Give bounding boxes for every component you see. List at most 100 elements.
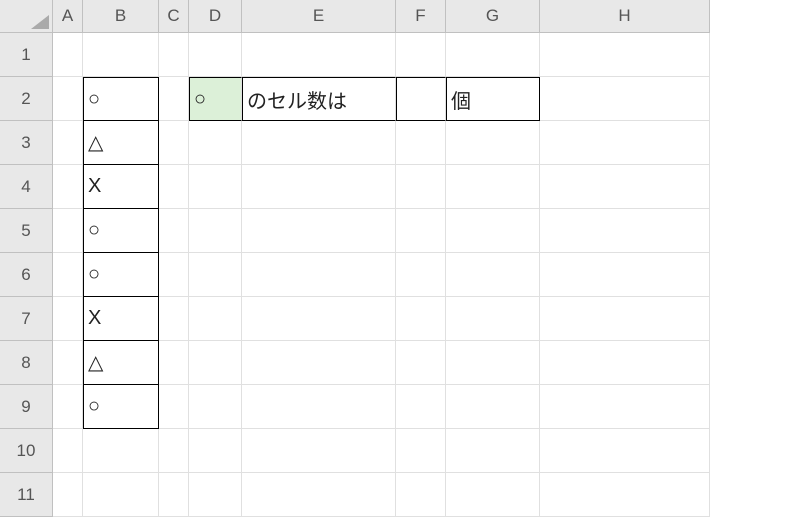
row-header-5[interactable]: 5 [0,209,53,253]
cell-F10[interactable] [396,429,446,473]
cell-A4[interactable] [53,165,83,209]
cell-B6[interactable]: ○ [83,253,159,297]
row-header-2[interactable]: 2 [0,77,53,121]
row-header-8[interactable]: 8 [0,341,53,385]
cell-F2[interactable] [396,77,446,121]
cell-B10[interactable] [83,429,159,473]
cell-A8[interactable] [53,341,83,385]
cell-B3[interactable]: △ [83,121,159,165]
cell-H5[interactable] [540,209,710,253]
cell-E3[interactable] [242,121,396,165]
cell-A1[interactable] [53,33,83,77]
cell-G9[interactable] [446,385,540,429]
cell-B4[interactable]: X [83,165,159,209]
cell-G1[interactable] [446,33,540,77]
cell-C2[interactable] [159,77,189,121]
cell-C10[interactable] [159,429,189,473]
col-header-H[interactable]: H [540,0,710,33]
cell-H9[interactable] [540,385,710,429]
row-header-7[interactable]: 7 [0,297,53,341]
cell-F5[interactable] [396,209,446,253]
cell-D1[interactable] [189,33,242,77]
cell-D7[interactable] [189,297,242,341]
cell-C9[interactable] [159,385,189,429]
cell-B9[interactable]: ○ [83,385,159,429]
cell-H3[interactable] [540,121,710,165]
cell-F7[interactable] [396,297,446,341]
cell-D3[interactable] [189,121,242,165]
row-header-1[interactable]: 1 [0,33,53,77]
cell-G4[interactable] [446,165,540,209]
cell-E5[interactable] [242,209,396,253]
cell-A5[interactable] [53,209,83,253]
row-header-6[interactable]: 6 [0,253,53,297]
row-header-4[interactable]: 4 [0,165,53,209]
cell-B2[interactable]: ○ [83,77,159,121]
cell-F11[interactable] [396,473,446,517]
col-header-B[interactable]: B [83,0,159,33]
cell-C8[interactable] [159,341,189,385]
col-header-G[interactable]: G [446,0,540,33]
cell-D9[interactable] [189,385,242,429]
cell-H10[interactable] [540,429,710,473]
cell-B5[interactable]: ○ [83,209,159,253]
cell-H8[interactable] [540,341,710,385]
cell-H1[interactable] [540,33,710,77]
cell-E8[interactable] [242,341,396,385]
cell-G2[interactable]: 個 [446,77,540,121]
cell-E1[interactable] [242,33,396,77]
row-header-9[interactable]: 9 [0,385,53,429]
cell-F4[interactable] [396,165,446,209]
cell-E11[interactable] [242,473,396,517]
cell-B7[interactable]: X [83,297,159,341]
cell-F3[interactable] [396,121,446,165]
cell-A9[interactable] [53,385,83,429]
cell-C1[interactable] [159,33,189,77]
cell-A10[interactable] [53,429,83,473]
cell-C4[interactable] [159,165,189,209]
cell-G7[interactable] [446,297,540,341]
cell-G3[interactable] [446,121,540,165]
cell-H4[interactable] [540,165,710,209]
cell-C11[interactable] [159,473,189,517]
cell-D11[interactable] [189,473,242,517]
col-header-C[interactable]: C [159,0,189,33]
cell-E7[interactable] [242,297,396,341]
cell-C3[interactable] [159,121,189,165]
cell-A7[interactable] [53,297,83,341]
cell-A2[interactable] [53,77,83,121]
cell-F8[interactable] [396,341,446,385]
cell-B11[interactable] [83,473,159,517]
cell-H6[interactable] [540,253,710,297]
cell-F6[interactable] [396,253,446,297]
cell-D8[interactable] [189,341,242,385]
cell-A3[interactable] [53,121,83,165]
cell-A11[interactable] [53,473,83,517]
cell-H7[interactable] [540,297,710,341]
cell-C5[interactable] [159,209,189,253]
row-header-11[interactable]: 11 [0,473,53,517]
col-header-D[interactable]: D [189,0,242,33]
cell-H2[interactable] [540,77,710,121]
row-header-3[interactable]: 3 [0,121,53,165]
cell-E2[interactable]: のセル数は [242,77,396,121]
cell-D5[interactable] [189,209,242,253]
col-header-F[interactable]: F [396,0,446,33]
col-header-A[interactable]: A [53,0,83,33]
cell-D10[interactable] [189,429,242,473]
select-all-corner[interactable] [0,0,53,33]
cell-G6[interactable] [446,253,540,297]
cell-D2[interactable]: ○ [189,77,242,121]
cell-C6[interactable] [159,253,189,297]
cell-D4[interactable] [189,165,242,209]
cell-B1[interactable] [83,33,159,77]
cell-E4[interactable] [242,165,396,209]
cell-H11[interactable] [540,473,710,517]
cell-G10[interactable] [446,429,540,473]
cell-G8[interactable] [446,341,540,385]
cell-E10[interactable] [242,429,396,473]
cell-C7[interactable] [159,297,189,341]
cell-B8[interactable]: △ [83,341,159,385]
cell-A6[interactable] [53,253,83,297]
row-header-10[interactable]: 10 [0,429,53,473]
